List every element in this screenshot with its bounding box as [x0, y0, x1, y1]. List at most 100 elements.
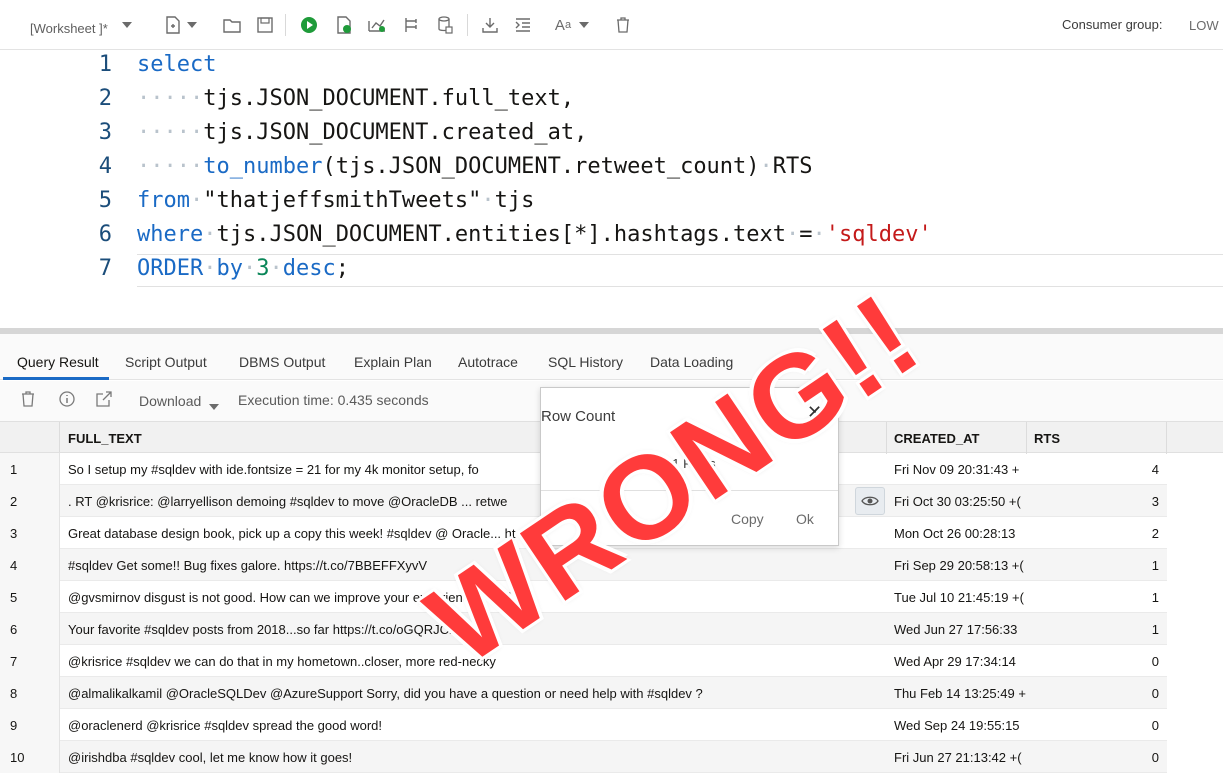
- cell-created-at[interactable]: Fri Jun 27 21:13:42 +(: [894, 750, 1026, 765]
- code-token: desc: [282, 256, 336, 281]
- cell-created-at[interactable]: Tue Jul 10 21:45:19 +(: [894, 590, 1026, 605]
- trash-icon[interactable]: [612, 14, 634, 36]
- download-menu[interactable]: Download: [139, 393, 201, 409]
- sql-editor[interactable]: 1234567 select ·····tjs.JSON_DOCUMENT.ful…: [0, 50, 1223, 328]
- download-icon[interactable]: [479, 14, 501, 36]
- explain-plan-icon[interactable]: [366, 14, 388, 36]
- cell-full-text[interactable]: @almalikalkamil @OracleSQLDev @AzureSupp…: [68, 686, 880, 701]
- database-icon[interactable]: [434, 14, 456, 36]
- cell-created-at[interactable]: Thu Feb 14 13:25:49 +: [894, 686, 1026, 701]
- toolbar-divider: [467, 14, 468, 36]
- code-token: ;: [335, 256, 349, 281]
- cell-rts[interactable]: 0: [1030, 750, 1159, 765]
- view-cell-eye-icon[interactable]: [855, 487, 885, 515]
- open-folder-icon[interactable]: [221, 14, 243, 36]
- code-line[interactable]: where·tjs.JSON_DOCUMENT.entities[*].hash…: [137, 222, 932, 247]
- column-header-full-text[interactable]: FULL_TEXT: [68, 431, 142, 446]
- row-number-cell: [0, 581, 60, 613]
- run-statement-icon[interactable]: [298, 14, 320, 36]
- cell-created-at[interactable]: Fri Oct 30 03:25:50 +(: [894, 494, 1026, 509]
- whitespace-marker: ·: [759, 154, 773, 179]
- whitespace-marker: ·····: [137, 86, 204, 111]
- whitespace-marker: ·····: [137, 154, 204, 179]
- new-file-menu-chevron-icon[interactable]: [186, 14, 198, 36]
- cell-created-at[interactable]: Wed Apr 29 17:34:14: [894, 654, 1026, 669]
- run-script-icon[interactable]: [333, 14, 355, 36]
- code-line[interactable]: ·····to_number(tjs.JSON_DOCUMENT.retweet…: [137, 154, 813, 179]
- whitespace-marker: ·: [786, 222, 800, 247]
- line-number: 6: [98, 222, 112, 247]
- cell-created-at[interactable]: Wed Jun 27 17:56:33: [894, 622, 1026, 637]
- table-row[interactable]: 8 @almalikalkamil @OracleSQLDev @AzureSup…: [0, 677, 1167, 709]
- tab-dbms-output[interactable]: DBMS Output: [239, 354, 325, 370]
- cell-rts[interactable]: 0: [1030, 654, 1159, 669]
- column-header-rts[interactable]: RTS: [1034, 431, 1060, 446]
- code-line[interactable]: ·····tjs.JSON_DOCUMENT.full_text,: [137, 86, 574, 111]
- table-row[interactable]: 10 @irishdba #sqldev cool, let me know ho…: [0, 741, 1167, 773]
- tab-script-output[interactable]: Script Output: [125, 354, 207, 370]
- clear-results-icon[interactable]: [21, 391, 35, 411]
- cell-rts[interactable]: 3: [1030, 494, 1159, 509]
- code-line[interactable]: ORDER·by·3·desc;: [137, 256, 349, 281]
- cell-created-at[interactable]: Fri Nov 09 20:31:43 +: [894, 462, 1026, 477]
- row-number: 2: [10, 494, 18, 509]
- tab-query-result[interactable]: Query Result: [17, 354, 99, 370]
- cell-rts[interactable]: 0: [1030, 718, 1159, 733]
- text-case-icon[interactable]: Aa: [552, 14, 574, 36]
- row-number-cell: [0, 613, 60, 645]
- cell-created-at[interactable]: Mon Oct 26 00:28:13: [894, 526, 1026, 541]
- text-case-chevron-icon[interactable]: [578, 14, 590, 36]
- save-icon[interactable]: [254, 14, 276, 36]
- autotrace-icon[interactable]: [400, 14, 422, 36]
- grid-empty-area: [1167, 453, 1223, 774]
- worksheet-selector[interactable]: [Worksheet ]*: [30, 17, 108, 39]
- row-number: 9: [10, 718, 18, 733]
- row-number: 1: [10, 462, 18, 477]
- cell-rts[interactable]: 1: [1030, 590, 1159, 605]
- whitespace-marker: ·: [203, 256, 217, 281]
- code-token: 3: [256, 256, 270, 281]
- format-indent-icon[interactable]: [512, 14, 534, 36]
- consumer-group-select[interactable]: LOW: [1189, 18, 1219, 33]
- row-number-cell: [0, 741, 60, 773]
- cell-rts[interactable]: 1: [1030, 622, 1159, 637]
- table-row[interactable]: 7 @krisrice #sqldev we can do that in my …: [0, 645, 1167, 677]
- cell-rts[interactable]: 0: [1030, 686, 1159, 701]
- cell-created-at[interactable]: Fri Sep 29 20:58:13 +(: [894, 558, 1026, 573]
- cell-rts[interactable]: 2: [1030, 526, 1159, 541]
- row-number: 7: [10, 654, 18, 669]
- consumer-group-label: Consumer group:: [1062, 17, 1163, 32]
- tab-autotrace[interactable]: Autotrace: [458, 354, 518, 370]
- row-number: 8: [10, 686, 18, 701]
- column-divider[interactable]: [1026, 422, 1027, 454]
- row-number-cell: [0, 709, 60, 741]
- code-line[interactable]: select: [137, 52, 216, 77]
- code-line[interactable]: from·"thatjeffsmithTweets"·tjs: [137, 188, 534, 213]
- table-row[interactable]: 9 @oraclenerd @krisrice #sqldev spread th…: [0, 709, 1167, 741]
- cell-full-text[interactable]: @oraclenerd @krisrice #sqldev spread the…: [68, 718, 880, 733]
- code-token: 'sqldev': [825, 222, 932, 247]
- download-chevron-icon[interactable]: [209, 397, 219, 414]
- tab-explain-plan[interactable]: Explain Plan: [354, 354, 432, 370]
- code-token: tjs.JSON_DOCUMENT.full_text,: [203, 86, 575, 111]
- cell-rts[interactable]: 4: [1030, 462, 1159, 477]
- line-number: 5: [98, 188, 112, 213]
- code-line[interactable]: ·····tjs.JSON_DOCUMENT.created_at,: [137, 120, 587, 145]
- chevron-down-icon[interactable]: [122, 14, 132, 36]
- open-in-new-window-icon[interactable]: [96, 391, 112, 411]
- ok-button[interactable]: Ok: [796, 511, 814, 527]
- column-divider[interactable]: [1166, 422, 1167, 454]
- column-header-created-at[interactable]: CREATED_AT: [894, 431, 979, 446]
- code-token: "thatjeffsmithTweets": [203, 188, 482, 213]
- info-icon[interactable]: [59, 391, 75, 411]
- column-divider[interactable]: [886, 422, 887, 454]
- new-file-icon[interactable]: [162, 14, 184, 36]
- tab-sql-history[interactable]: SQL History: [548, 354, 623, 370]
- cell-created-at[interactable]: Wed Sep 24 19:55:15: [894, 718, 1026, 733]
- whitespace-marker: ·: [189, 188, 204, 213]
- cell-rts[interactable]: 1: [1030, 558, 1159, 573]
- cell-full-text[interactable]: @irishdba #sqldev cool, let me know how …: [68, 750, 880, 765]
- code-token: to_number: [203, 154, 323, 179]
- row-number-cell: [0, 453, 60, 485]
- worksheet-toolbar: [Worksheet ]* Aa Consumer group: LOW: [0, 0, 1223, 50]
